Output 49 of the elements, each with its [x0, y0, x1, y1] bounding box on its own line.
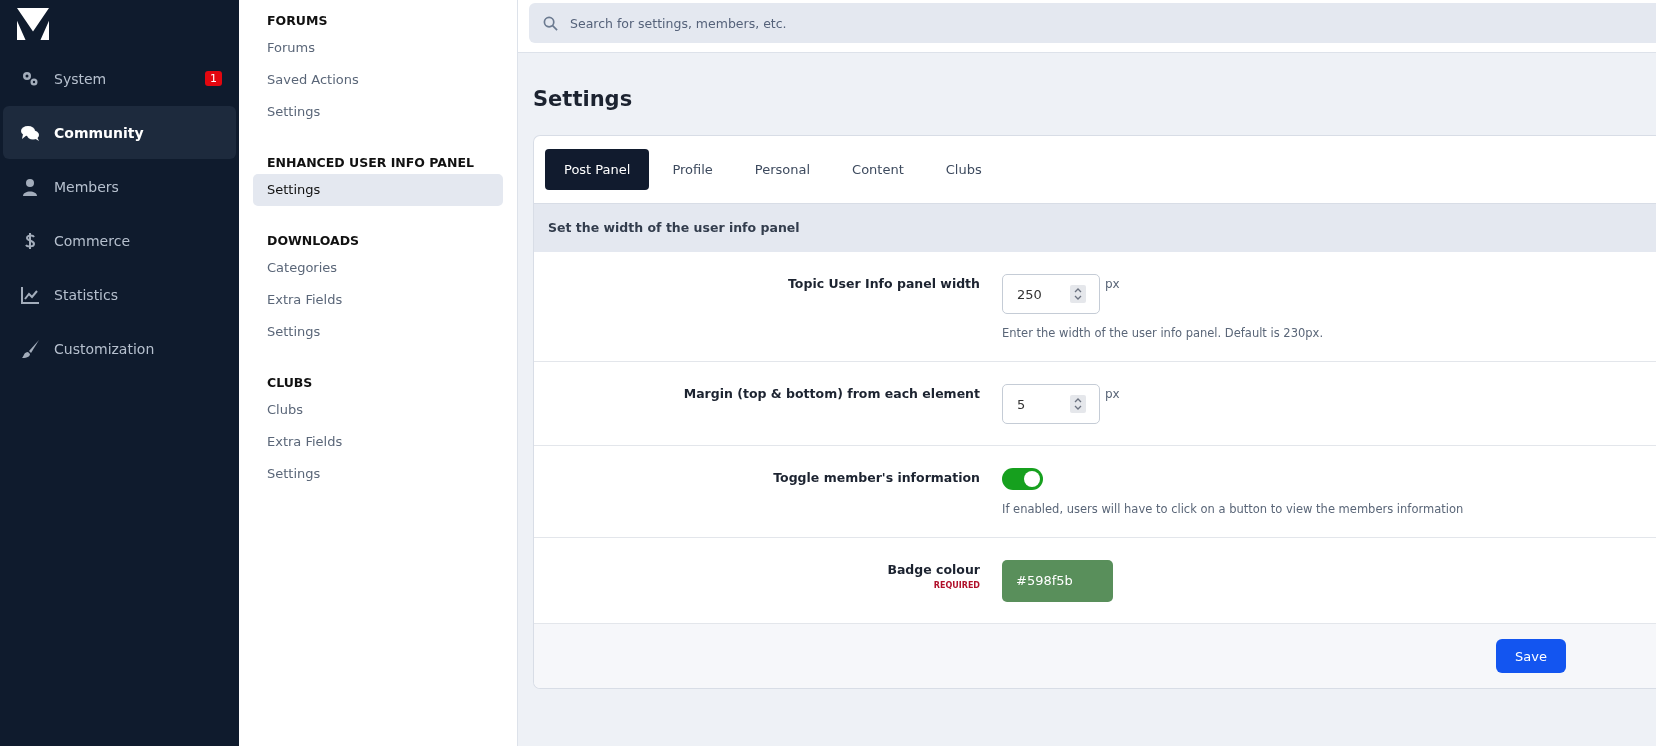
- sidebar-item[interactable]: Customization: [3, 322, 236, 375]
- notification-badge: 1: [205, 71, 222, 86]
- sidebar-item[interactable]: System 1: [3, 52, 236, 105]
- submenu-link[interactable]: Clubs: [253, 394, 503, 426]
- spinner-icon: [1070, 395, 1086, 413]
- save-button[interactable]: Save: [1496, 639, 1566, 673]
- setting-label: Badge colour: [887, 562, 980, 577]
- tab[interactable]: Clubs: [926, 149, 1001, 190]
- section-header: Set the width of the user info panel: [534, 204, 1656, 252]
- line-chart-icon: [20, 284, 40, 305]
- submenu-link[interactable]: Settings: [253, 316, 503, 348]
- field-description: If enabled, users will have to click on a button to view the members information: [1002, 502, 1464, 516]
- tab[interactable]: Personal: [735, 149, 830, 190]
- unit-label: px: [1105, 387, 1120, 401]
- number-input[interactable]: 250: [1002, 274, 1100, 314]
- field-description: Enter the width of the user info panel. Default is 230px.: [1002, 326, 1324, 340]
- section-heading: FORUMS: [266, 12, 329, 30]
- submenu-link[interactable]: Categories: [253, 252, 503, 284]
- section-heading: CLUBS: [266, 374, 314, 392]
- required-label: REQUIRED: [933, 581, 980, 590]
- tab[interactable]: Post Panel: [545, 149, 650, 190]
- setting-label: Toggle member's information: [773, 470, 980, 485]
- submenu-link[interactable]: Settings: [253, 458, 503, 490]
- tab[interactable]: Content: [833, 149, 923, 190]
- submenu-link[interactable]: Extra Fields: [253, 284, 503, 316]
- setting-label: Margin (top & bottom) from each element: [683, 386, 980, 401]
- search-icon: [543, 16, 558, 31]
- submenu-link[interactable]: Saved Actions: [253, 64, 503, 96]
- search-field[interactable]: Search for settings, members, etc.: [529, 3, 1656, 43]
- number-input[interactable]: 5: [1002, 384, 1100, 424]
- submenu-link[interactable]: Settings: [253, 96, 503, 128]
- tab[interactable]: Profile: [653, 149, 732, 190]
- unit-label: px: [1105, 277, 1120, 291]
- logo-icon: [17, 8, 49, 40]
- submenu-link[interactable]: Extra Fields: [253, 426, 503, 458]
- submenu-link[interactable]: Settings: [253, 174, 503, 206]
- setting-label: Topic User Info panel width: [788, 276, 980, 291]
- color-field[interactable]: #598f5b: [1002, 560, 1113, 602]
- section-heading: ENHANCED USER INFO PANEL: [266, 154, 475, 172]
- sidebar-item[interactable]: Community: [3, 106, 236, 159]
- sidebar-item[interactable]: Statistics: [3, 268, 236, 321]
- sidebar-item[interactable]: Commerce: [3, 214, 236, 267]
- toggle-switch[interactable]: [1002, 468, 1043, 490]
- section-heading: DOWNLOADS: [266, 232, 361, 250]
- spinner-icon: [1070, 285, 1086, 303]
- person-icon: [20, 176, 40, 197]
- sidebar-item[interactable]: Members: [3, 160, 236, 213]
- page-title: Settings: [533, 87, 634, 111]
- submenu-link[interactable]: Forums: [253, 32, 503, 64]
